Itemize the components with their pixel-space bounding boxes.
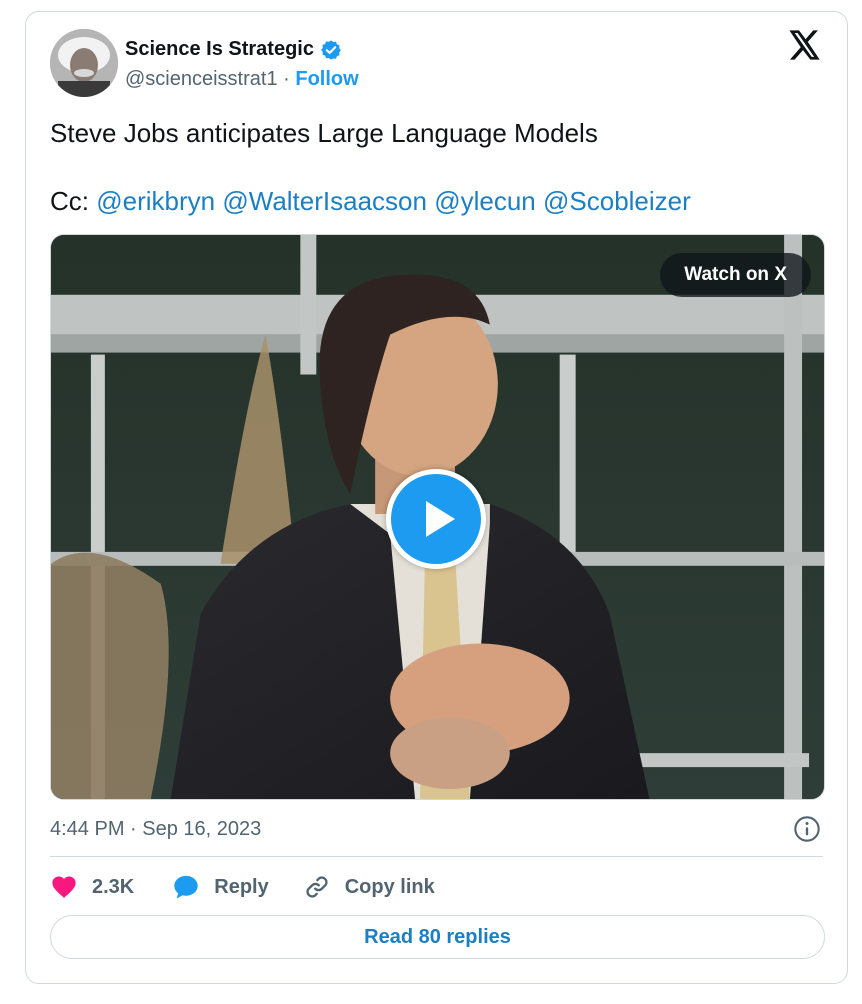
like-count: 2.3K: [92, 875, 135, 898]
follow-link[interactable]: Follow: [295, 68, 358, 90]
tweet-cc-line: Cc: @erikbryn @WalterIsaacson @ylecun @S…: [50, 184, 691, 218]
play-icon: [426, 501, 455, 537]
video-player[interactable]: Watch on X: [50, 234, 825, 800]
avatar-image: [50, 29, 118, 97]
tweet-timestamp[interactable]: 4:44 PM · Sep 16, 2023: [50, 818, 261, 841]
copy-link-button[interactable]: Copy link: [303, 873, 435, 901]
author-handle[interactable]: @scienceisstrat1: [125, 68, 278, 90]
author-name[interactable]: Science Is Strategic: [125, 38, 314, 61]
play-button[interactable]: [386, 469, 486, 569]
x-logo-icon[interactable]: [789, 30, 821, 60]
tweet-text: Steve Jobs anticipates Large Language Mo…: [50, 118, 598, 148]
copy-link-label: Copy link: [344, 875, 435, 898]
mention-link[interactable]: @ylecun: [434, 186, 536, 216]
cc-prefix: Cc:: [50, 186, 97, 216]
author-subline: @scienceisstrat1 · Follow: [125, 68, 359, 91]
read-replies-button[interactable]: Read 80 replies: [50, 915, 825, 959]
info-icon[interactable]: [793, 815, 821, 843]
mention-link[interactable]: @erikbryn: [96, 186, 215, 216]
watch-on-x-button[interactable]: Watch on X: [660, 253, 811, 297]
separator: ·: [277, 68, 296, 90]
divider: [50, 856, 823, 857]
like-button[interactable]: 2.3K: [50, 873, 134, 901]
tweet-card: Science Is Strategic @scienceisstrat1 · …: [25, 11, 848, 984]
link-icon: [306, 876, 328, 898]
mention-link[interactable]: @WalterIsaacson: [222, 186, 427, 216]
heart-icon: [52, 876, 76, 898]
verified-badge-icon: [321, 39, 341, 60]
avatar[interactable]: [50, 29, 118, 97]
speech-bubble-icon: [174, 875, 198, 899]
reply-label: Reply: [214, 875, 269, 898]
mention-link[interactable]: @Scobleizer: [543, 186, 691, 216]
reply-button[interactable]: Reply: [172, 873, 269, 901]
author-name-row[interactable]: Science Is Strategic: [125, 38, 342, 61]
action-bar: 2.3K Reply Copy link: [50, 872, 435, 902]
